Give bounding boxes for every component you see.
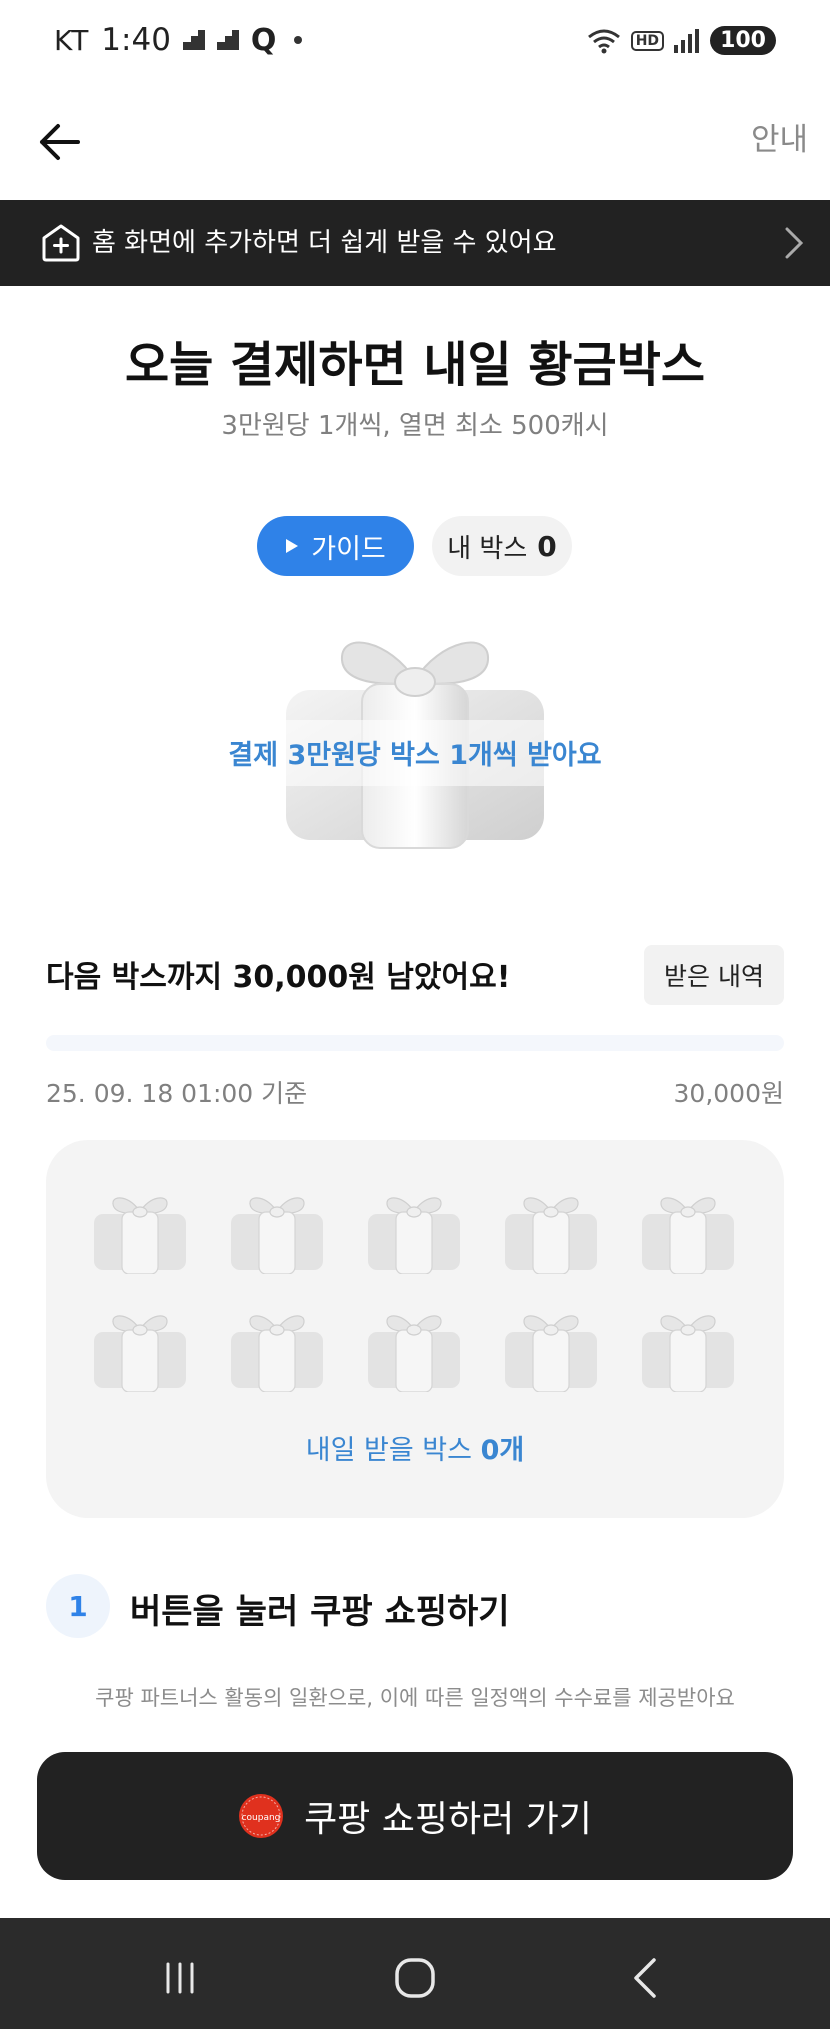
gift-icon	[229, 1190, 325, 1275]
signal-icon	[182, 30, 205, 50]
gift-icon	[366, 1190, 462, 1275]
step-number: 1	[46, 1574, 110, 1638]
gift-icon	[640, 1190, 736, 1275]
coupang-shopping-button[interactable]: coupang 쿠팡 쇼핑하러 가기	[37, 1752, 793, 1880]
gift-icon	[92, 1308, 188, 1393]
gift-icon	[92, 1190, 188, 1275]
status-right: HD 100	[587, 26, 776, 55]
my-box-count: 0	[537, 529, 557, 563]
gift-icon	[640, 1308, 736, 1393]
partners-disclaimer: 쿠팡 파트너스 활동의 일환으로, 이에 따른 일정액의 수수료를 제공받아요	[95, 1686, 735, 1710]
recent-apps-button[interactable]	[150, 1948, 210, 2008]
box-panel: 내일 받을 박스 0개	[46, 1140, 784, 1518]
gift-icon	[366, 1308, 462, 1393]
hd-icon: HD	[630, 30, 665, 51]
coupang-logo-text: coupang	[242, 1813, 281, 1823]
cta-label: 쿠팡 쇼핑하러 가기	[304, 1799, 592, 1840]
q-icon: Q	[250, 22, 277, 58]
status-left: KT 1:40 Q	[54, 22, 303, 58]
clock: 1:40	[101, 22, 171, 58]
timestamp: 25. 09. 18 01:00 기준	[46, 1079, 308, 1108]
add-to-home-banner[interactable]: 홈 화면에 추가하면 더 쉽게 받을 수 있어요	[0, 200, 830, 286]
home-button[interactable]	[385, 1948, 445, 2008]
guide-label: 가이드	[311, 533, 386, 565]
goal-amount: 30,000원	[673, 1079, 784, 1108]
my-box-label: 내 박스	[447, 533, 528, 564]
history-button[interactable]: 받은 내역	[644, 945, 784, 1005]
chevron-right-icon	[785, 227, 804, 259]
back-button[interactable]	[30, 112, 90, 172]
coupang-logo-icon: coupang	[239, 1794, 284, 1838]
tomorrow-count: 0개	[480, 1435, 525, 1466]
page-title: 오늘 결제하면 내일 황금박스	[124, 337, 706, 393]
notification-dot-icon	[294, 36, 303, 44]
wifi-icon	[587, 29, 620, 53]
back-arrow-icon	[40, 124, 80, 160]
home-icon	[395, 1958, 435, 1998]
tomorrow-box-count: 내일 받을 박스 0개	[46, 1428, 784, 1467]
home-add-icon	[42, 224, 80, 262]
step-title: 버튼을 눌러 쿠팡 쇼핑하기	[130, 1592, 510, 1632]
my-box-button[interactable]: 내 박스 0	[432, 516, 572, 576]
progress-bar	[46, 1035, 784, 1051]
gift-icon	[229, 1308, 325, 1393]
system-nav-bar	[0, 1918, 830, 2029]
top-app-bar: 안내	[0, 88, 830, 200]
banner-text: 홈 화면에 추가하면 더 쉽게 받을 수 있어요	[92, 228, 557, 258]
battery-indicator: 100	[710, 26, 776, 55]
gift-icon	[503, 1308, 599, 1393]
info-link[interactable]: 안내	[751, 114, 808, 159]
tomorrow-label: 내일 받을 박스	[305, 1435, 481, 1466]
remaining-amount-text: 다음 박스까지 30,000원 남았어요!	[46, 960, 511, 995]
gift-icon	[503, 1190, 599, 1275]
page-subtitle: 3만원당 1개씩, 열면 최소 500캐시	[221, 411, 609, 441]
play-icon	[286, 539, 299, 553]
recent-apps-icon	[166, 1962, 194, 1994]
status-bar: KT 1:40 Q HD 100	[0, 0, 830, 88]
back-icon	[634, 1958, 656, 1998]
carrier-label: KT	[54, 23, 90, 57]
cell-signal-icon	[674, 28, 700, 53]
system-back-button[interactable]	[615, 1948, 675, 2008]
signal-icon	[216, 30, 239, 50]
guide-button[interactable]: 가이드	[257, 516, 414, 576]
gift-grid	[92, 1190, 738, 1393]
gift-caption: 결제 3만원당 박스 1개씩 받아요	[228, 740, 602, 771]
